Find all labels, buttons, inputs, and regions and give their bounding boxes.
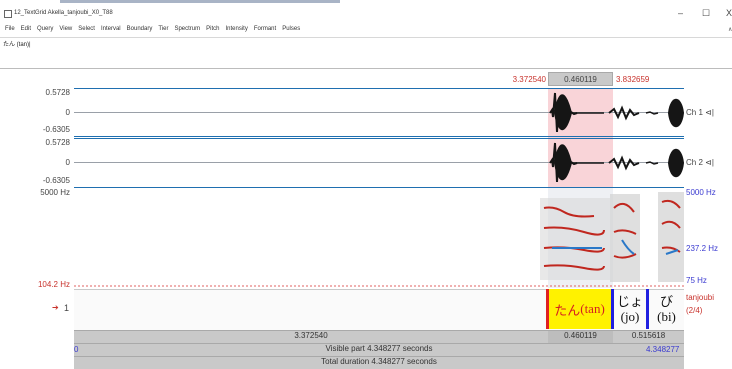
interval-tan-roma: (tan) (580, 301, 605, 316)
menu-interval[interactable]: Interval (101, 26, 121, 36)
interval-text-field[interactable]: たん (tan)| (0, 37, 732, 69)
spectrogram-graphic (74, 192, 684, 287)
interval-jo[interactable]: じょ (jo) (614, 289, 646, 329)
interval-jo-roma: (jo) (620, 309, 640, 324)
pitch-value-label: 237.2 Hz (686, 244, 719, 253)
menu-query[interactable]: Query (37, 26, 53, 36)
ch1-bottom-value: -0.6305 (42, 125, 70, 134)
menu-view[interactable]: View (59, 26, 72, 36)
ch1-mute-toggle[interactable]: Ch 1 ⊲| (686, 108, 714, 117)
app-icon (4, 10, 12, 18)
interval-bi[interactable]: び (bi) (649, 289, 684, 329)
waveform-graphic (549, 92, 684, 183)
total-duration-bar[interactable]: Total duration 4.348277 seconds (74, 356, 684, 369)
scroll-indicator: ∧ (728, 27, 732, 33)
ch2-bottom-value: -0.6305 (42, 176, 70, 185)
title-bar: 12_TextGrid Akella_tanjoubi_X0_T88 – ☐ X (0, 0, 732, 24)
tier-name[interactable]: tanjoubi (686, 293, 714, 302)
menu-spectrum[interactable]: Spectrum (174, 26, 200, 36)
total-duration-label: Total duration 4.348277 seconds (321, 357, 437, 366)
minimize-button[interactable]: – (678, 9, 683, 18)
menu-file[interactable]: File (5, 26, 15, 36)
spectrogram-top-right-label: 5000 Hz (686, 188, 716, 197)
interval-tan-kana: たん (554, 302, 581, 318)
time-after-label: 0.515618 (631, 331, 666, 340)
menu-boundary[interactable]: Boundary (127, 26, 153, 36)
spectrogram-bottom-right-label: 75 Hz (686, 276, 707, 285)
ch1-top-value: 0.5728 (45, 88, 70, 97)
menu-edit[interactable]: Edit (21, 26, 31, 36)
menu-select[interactable]: Select (78, 26, 95, 36)
time-bar-before[interactable]: 3.372540 (74, 330, 548, 343)
visible-end-label: 4.348277 (646, 345, 680, 354)
visible-part-label: Visible part 4.348277 seconds (325, 344, 433, 353)
menu-pitch[interactable]: Pitch (206, 26, 219, 36)
ch2-mute-toggle[interactable]: Ch 2 ⊲| (686, 158, 714, 167)
time-bar-after[interactable]: 0.515618 (613, 330, 684, 343)
tier-arrow-icon: ➔ (52, 303, 59, 312)
window-title: 12_TextGrid Akella_tanjoubi_X0_T88 (14, 10, 113, 16)
interval-tan[interactable]: たん (tan) (548, 289, 611, 329)
ch2-zero-value: 0 (65, 158, 70, 167)
interval-text-value: たん (tan)| (3, 42, 31, 48)
selection-end-label: 3.832659 (616, 75, 650, 84)
selection-length-label: 0.460119 (564, 75, 597, 84)
tier-number[interactable]: 1 (64, 303, 69, 313)
visible-start-label: 0 (74, 345, 79, 354)
spectrogram-bottom-left-label: 104.2 Hz (37, 280, 70, 289)
time-before-label: 3.372540 (294, 331, 328, 340)
tier-count: (2/4) (686, 306, 703, 315)
interval-jo-kana: じょ (616, 294, 643, 309)
visible-part-bar[interactable]: Visible part 4.348277 seconds (74, 343, 684, 356)
close-button[interactable]: X (726, 9, 732, 18)
interval-bi-kana: び (659, 294, 673, 309)
ch2-top-value: 0.5728 (45, 138, 70, 147)
time-selection-label: 0.460119 (564, 331, 597, 340)
time-bar-selection[interactable]: 0.460119 (548, 330, 613, 343)
menu-bar: File Edit Query View Select Interval Bou… (0, 26, 300, 36)
title-bar-accent (60, 0, 340, 3)
selection-length-box[interactable]: 0.460119 (548, 72, 613, 86)
menu-pulses[interactable]: Pulses (282, 26, 300, 36)
menu-intensity[interactable]: Intensity (225, 26, 247, 36)
selection-start-label: 3.372540 (512, 75, 546, 84)
interval-bi-roma: (bi) (657, 309, 676, 324)
ch1-zero-value: 0 (65, 108, 70, 117)
menu-tier[interactable]: Tier (158, 26, 168, 36)
maximize-button[interactable]: ☐ (702, 9, 710, 18)
spectrogram-top-left-label: 5000 Hz (40, 188, 70, 197)
boundary-tan-left[interactable] (546, 289, 549, 329)
menu-formant[interactable]: Formant (254, 26, 276, 36)
